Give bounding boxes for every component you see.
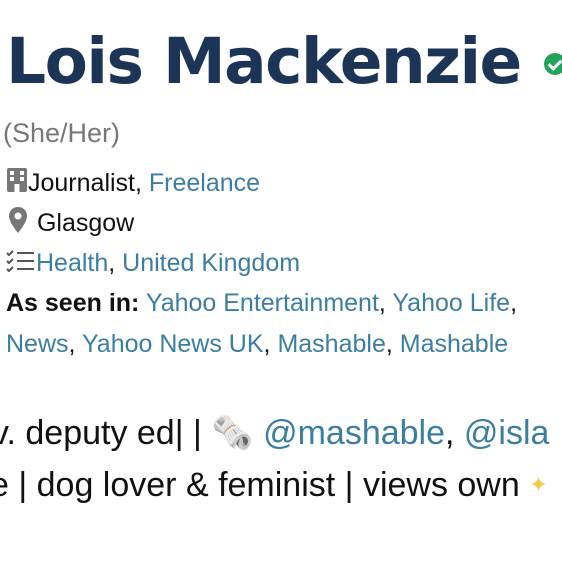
outlet-link[interactable]: Yahoo News UK — [82, 330, 264, 358]
location-row: Glasgow — [6, 206, 134, 240]
seen-in-row: As seen in: Yahoo Entertainment, Yahoo L… — [6, 289, 518, 317]
bio-text: v. deputy ed| | — [0, 414, 212, 452]
bio-line: v. deputy ed| | 🗞️ @mashable, @isla — [0, 410, 549, 456]
topics-list-icon — [6, 247, 36, 281]
seen-in-label: As seen in: — [6, 289, 140, 317]
newspaper-emoji: 🗞️ — [211, 414, 254, 452]
bio-text: e | dog lover & feminist | views own — [0, 466, 530, 504]
outlet-link[interactable]: News — [6, 330, 69, 358]
topic-link-uk[interactable]: United Kingdom — [122, 249, 300, 277]
handle-link[interactable]: @mashable — [263, 414, 445, 452]
topic-link-health[interactable]: Health — [36, 249, 108, 277]
verified-check-icon — [544, 53, 562, 75]
job-separator: , — [135, 169, 149, 197]
outlet-link[interactable]: Yahoo Life — [392, 289, 510, 317]
handle-link[interactable]: @isla — [464, 414, 550, 452]
outlet-link[interactable]: Yahoo Entertainment — [146, 289, 379, 317]
job-row: Journalist, Freelance — [6, 166, 260, 200]
outlet-link[interactable]: Mashable — [277, 330, 385, 358]
building-icon — [6, 167, 28, 202]
seen-in-row-continued: News, Yahoo News UK, Mashable, Mashable — [6, 330, 509, 358]
topics-row: Health, United Kingdom — [6, 246, 300, 280]
profile-name: Lois Mackenzie — [6, 25, 522, 98]
sparkle-icon: ✦ — [529, 472, 548, 497]
pronouns: (She/Her) — [3, 118, 121, 148]
location-text: Glasgow — [36, 209, 135, 238]
employer-link[interactable]: Freelance — [149, 169, 260, 197]
job-role: Journalist — [28, 169, 135, 197]
location-pin-icon — [6, 206, 30, 243]
outlet-link[interactable]: Mashable — [400, 330, 508, 358]
bio-line: e | dog lover & feminist | views own ✦ — [0, 462, 548, 508]
